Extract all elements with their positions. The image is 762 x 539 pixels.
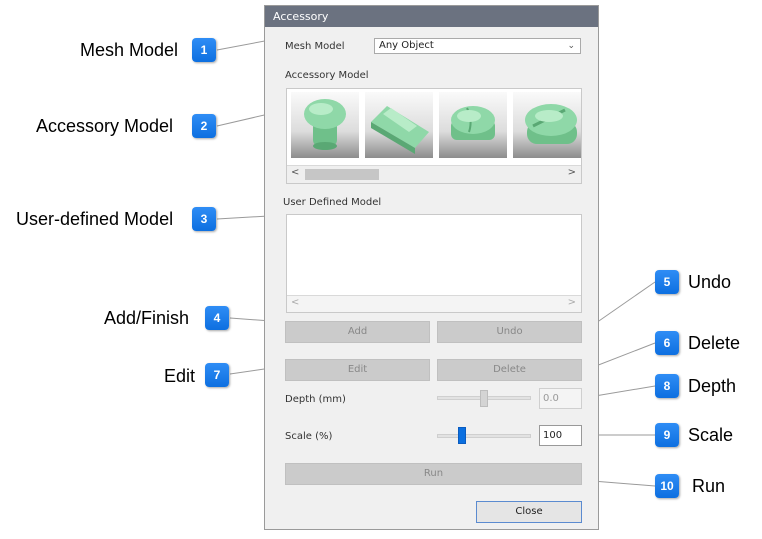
delete-button[interactable]: Delete	[437, 359, 582, 381]
list-horizontal-scrollbar[interactable]: < >	[287, 295, 581, 312]
callout-badge-3: 3	[192, 207, 216, 231]
run-button[interactable]: Run	[285, 463, 582, 485]
round-cap-model-icon	[451, 106, 495, 140]
callout-badge-10: 10	[655, 474, 679, 498]
callout-label-run: Run	[692, 476, 726, 496]
depth-value-field[interactable]: 0.0	[539, 388, 582, 409]
add-button[interactable]: Add	[285, 321, 430, 343]
callout-badge-6: 6	[655, 331, 679, 355]
callout-badge-4: 4	[205, 306, 229, 330]
edit-button[interactable]: Edit	[285, 359, 430, 381]
accessory-thumb-1[interactable]	[291, 92, 359, 158]
callout-label-add-finish: Add/Finish	[104, 308, 190, 328]
scale-slider-track[interactable]	[437, 434, 531, 438]
callout-label-mesh-model: Mesh Model	[80, 40, 179, 60]
callout-label-depth: Depth	[688, 376, 737, 396]
accessory-dialog: Accessory Mesh Model Any Object ⌄ Access…	[264, 5, 599, 530]
slotted-plug-model-icon	[525, 104, 577, 144]
depth-label: Depth (mm)	[285, 394, 346, 405]
chevron-down-icon: ⌄	[567, 41, 575, 51]
callout-label-accessory-model: Accessory Model	[36, 116, 174, 136]
callout-badge-5: 5	[655, 270, 679, 294]
callout-label-delete: Delete	[688, 333, 741, 353]
undo-button[interactable]: Undo	[437, 321, 582, 343]
scroll-left-icon[interactable]: <	[291, 167, 299, 178]
accessory-thumb-4[interactable]	[513, 92, 581, 158]
dialog-title: Accessory	[265, 6, 598, 27]
accessory-model-label: Accessory Model	[285, 70, 369, 81]
callout-label-user-defined-model: User-defined Model	[16, 209, 174, 229]
mesh-model-dropdown[interactable]: Any Object ⌄	[374, 38, 581, 54]
scroll-right-icon[interactable]: >	[568, 297, 576, 308]
gallery-horizontal-scrollbar[interactable]: < >	[287, 165, 581, 183]
scroll-right-icon[interactable]: >	[568, 167, 576, 178]
scale-label: Scale (%)	[285, 431, 333, 442]
scroll-left-icon[interactable]: <	[291, 297, 299, 308]
scale-slider-handle[interactable]	[458, 427, 467, 444]
depth-slider-handle[interactable]	[480, 390, 488, 407]
callout-badge-8: 8	[655, 374, 679, 398]
mesh-model-value: Any Object	[379, 40, 434, 51]
clip-model-icon	[371, 106, 429, 154]
scale-value-field[interactable]: 100	[539, 425, 582, 446]
accessory-thumb-3[interactable]	[439, 92, 507, 158]
callout-badge-7: 7	[205, 363, 229, 387]
close-button[interactable]: Close	[476, 501, 582, 523]
user-defined-model-label: User Defined Model	[283, 197, 382, 208]
accessory-thumb-2[interactable]	[365, 92, 433, 158]
callout-label-edit: Edit	[164, 366, 196, 386]
callout-label-undo: Undo	[688, 272, 732, 292]
gallery-scroll-thumb[interactable]	[305, 169, 379, 180]
mesh-model-label: Mesh Model	[285, 41, 345, 52]
callout-badge-1: 1	[192, 38, 216, 62]
accessory-model-gallery: < >	[286, 88, 582, 184]
user-defined-model-list[interactable]: < >	[286, 214, 582, 313]
callout-badge-9: 9	[655, 423, 679, 447]
mushroom-knob-model-icon	[304, 99, 346, 150]
callout-badge-2: 2	[192, 114, 216, 138]
callout-label-scale: Scale	[688, 425, 734, 445]
